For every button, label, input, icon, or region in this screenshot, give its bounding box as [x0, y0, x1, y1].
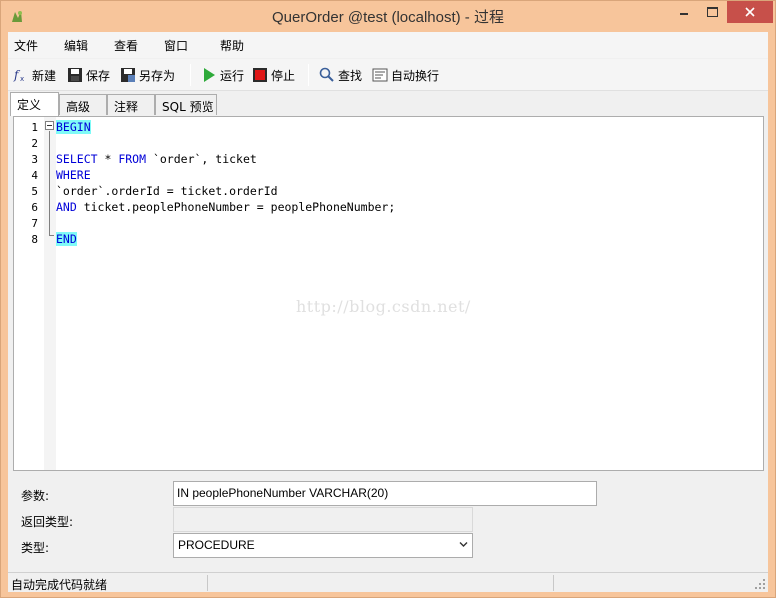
- play-icon: [204, 68, 215, 82]
- code-line-8: END: [56, 232, 77, 246]
- word-wrap-button[interactable]: 自动换行: [372, 65, 439, 85]
- close-button[interactable]: [727, 1, 773, 23]
- tab-comment[interactable]: 注释: [107, 94, 155, 115]
- keyword-begin: BEGIN: [56, 120, 91, 134]
- line-number: 8: [31, 233, 38, 246]
- menu-window[interactable]: 窗口: [164, 37, 188, 54]
- sql-code-editor[interactable]: 1 2 3 4 5 6 7 8 BEGIN SELECT * FROM `ord…: [13, 116, 764, 471]
- tab-strip: 定义 高级 注释 SQL 预览: [8, 92, 768, 116]
- tab-sql-preview[interactable]: SQL 预览: [155, 94, 217, 115]
- params-input[interactable]: IN peoplePhoneNumber VARCHAR(20): [173, 481, 597, 506]
- new-button[interactable]: f x 新建: [13, 65, 56, 85]
- procedure-editor-window: QuerOrder @test (localhost) - 过程 文件 编辑 查…: [0, 0, 776, 598]
- fold-collapse-icon[interactable]: [45, 121, 54, 130]
- stop-icon: [253, 68, 267, 82]
- code-text: `order`, ticket: [146, 152, 257, 166]
- save-icon: [68, 68, 82, 82]
- code-line-1: BEGIN: [56, 120, 91, 134]
- toolbar: f x 新建 保存 另存为 运行 停止 查找 自动换行: [8, 59, 768, 91]
- run-button[interactable]: 运行: [201, 65, 244, 85]
- code-text: ticket.peoplePhoneNumber = peoplePhoneNu…: [76, 200, 396, 214]
- word-wrap-icon: [372, 68, 388, 82]
- title-bar[interactable]: QuerOrder @test (localhost) - 过程: [1, 1, 775, 31]
- type-select[interactable]: PROCEDURE: [173, 533, 473, 558]
- save-button[interactable]: 保存: [67, 65, 110, 85]
- type-label: 类型:: [21, 541, 50, 555]
- maximize-button[interactable]: [698, 1, 726, 23]
- return-type-label: 返回类型:: [21, 515, 74, 529]
- tab-definition[interactable]: 定义: [10, 92, 59, 116]
- keyword-from: FROM: [118, 152, 147, 166]
- window-title: QuerOrder @test (localhost) - 过程: [272, 9, 504, 26]
- return-type-input: [173, 507, 473, 532]
- minimize-button[interactable]: [670, 1, 698, 23]
- resize-grip-icon[interactable]: [754, 578, 766, 590]
- params-label: 参数:: [21, 489, 50, 503]
- code-line-4: WHERE: [56, 168, 91, 182]
- menu-view[interactable]: 查看: [114, 37, 138, 54]
- stop-button[interactable]: 停止: [252, 65, 295, 85]
- find-button[interactable]: 查找: [319, 65, 362, 85]
- menu-file[interactable]: 文件: [14, 37, 38, 54]
- status-bar: 自动完成代码就绪: [8, 572, 768, 592]
- save-as-button[interactable]: 另存为: [120, 65, 175, 85]
- line-number-gutter: 1 2 3 4 5 6 7 8: [14, 117, 42, 470]
- menu-bar: 文件 编辑 查看 窗口 帮助: [8, 32, 768, 58]
- fold-margin: [44, 117, 56, 470]
- function-icon: f x: [13, 68, 24, 83]
- line-number: 3: [31, 153, 38, 166]
- code-text: `order`.orderId = ticket.orderId: [56, 184, 278, 198]
- toolbar-separator: [308, 64, 309, 86]
- line-number: 5: [31, 185, 38, 198]
- tab-advanced[interactable]: 高级: [59, 94, 107, 115]
- toolbar-separator: [190, 64, 191, 86]
- svg-text:x: x: [20, 75, 24, 83]
- chevron-down-icon: [459, 542, 468, 547]
- status-divider: [207, 575, 208, 591]
- code-line-5: `order`.orderId = ticket.orderId: [56, 184, 278, 198]
- keyword-select: SELECT: [56, 152, 98, 166]
- fold-guide: [49, 131, 50, 235]
- keyword-and: AND: [56, 200, 77, 214]
- status-divider: [553, 575, 554, 591]
- save-as-icon: [121, 68, 135, 82]
- keyword-end: END: [56, 232, 77, 246]
- menu-help[interactable]: 帮助: [220, 37, 244, 54]
- keyword-where: WHERE: [56, 168, 91, 182]
- menu-edit[interactable]: 编辑: [64, 37, 88, 54]
- close-icon: [745, 7, 755, 17]
- line-number: 4: [31, 169, 38, 182]
- code-text: *: [97, 152, 119, 166]
- search-icon: [319, 67, 334, 82]
- code-line-6: AND ticket.peoplePhoneNumber = peoplePho…: [56, 200, 395, 214]
- line-number: 6: [31, 201, 38, 214]
- line-number: 7: [31, 217, 38, 230]
- fold-guide-end: [49, 235, 54, 236]
- status-text: 自动完成代码就绪: [11, 578, 108, 592]
- line-number: 1: [31, 121, 38, 134]
- client-area: 文件 编辑 查看 窗口 帮助 f x 新建 保存 另存为 运行 停止 查找 自动…: [8, 32, 768, 592]
- watermark-text: http://blog.csdn.net/: [296, 297, 471, 316]
- code-line-3: SELECT * FROM `order`, ticket: [56, 152, 257, 166]
- type-select-value: PROCEDURE: [178, 538, 255, 552]
- line-number: 2: [31, 137, 38, 150]
